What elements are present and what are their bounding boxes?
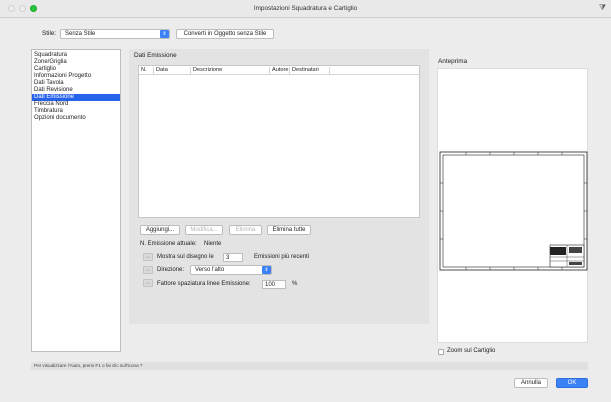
chevron-updown-icon: ⇕ — [262, 266, 271, 274]
sidebar-item-freccia-nord[interactable]: Freccia Nord — [32, 101, 120, 108]
style-select-value: Senza Stile — [65, 31, 96, 37]
category-list: Squadratura Zone/Griglia Cartiglio Infor… — [31, 49, 121, 352]
edit-issue-button[interactable]: Modifica... — [185, 225, 223, 235]
delete-issue-button[interactable]: Elimina — [229, 225, 262, 235]
line-spacing-unit: % — [292, 281, 298, 287]
chevron-updown-icon: ⇕ — [160, 30, 169, 38]
issues-table[interactable]: N. Data Descrizione Autore Destinatari — [138, 65, 420, 218]
show-count-suffix: Emissioni più recenti — [254, 254, 310, 260]
dialog-window: Impostazioni Squadratura e Cartiglio ⧩ S… — [0, 0, 611, 402]
current-issue-value: Niente — [204, 241, 222, 247]
delete-all-issues-button[interactable]: Elimina tutte — [267, 225, 311, 235]
sidebar-item-squadratura[interactable]: Squadratura — [32, 52, 120, 59]
column-header-description[interactable]: Descrizione — [191, 67, 270, 74]
line-spacing-label: Fattore spaziatura linee Emissione: — [157, 281, 251, 287]
cancel-button[interactable]: Annulla — [514, 378, 548, 388]
direction-select-value: Verso l'alto — [195, 267, 225, 273]
zoom-title-block-checkbox[interactable] — [438, 349, 444, 355]
ok-button[interactable]: OK — [556, 378, 588, 388]
data-field-link-icon[interactable]: ▭ — [143, 253, 153, 261]
data-field-link-icon[interactable]: ▭ — [143, 279, 153, 287]
current-issue-label: N. Emissione attuale: — [140, 241, 197, 247]
sidebar-item-cartiglio[interactable]: Cartiglio — [32, 66, 120, 73]
direction-label: Direzione: — [157, 267, 185, 273]
preview-label: Anteprima — [438, 58, 468, 65]
sidebar-item-informazioni-progetto[interactable]: Informazioni Progetto — [32, 73, 120, 80]
section-title: Dati Emissione — [134, 52, 177, 59]
sidebar-item-opzioni-documento[interactable]: Opzioni documento — [32, 115, 120, 122]
sidebar-item-dati-emissione[interactable]: Dati Emissione — [32, 94, 120, 101]
style-select[interactable]: Senza Stile ⇕ — [60, 29, 170, 39]
column-header-number[interactable]: N. — [139, 67, 154, 74]
line-spacing-input[interactable]: 100 — [262, 280, 286, 289]
show-count-input[interactable]: 3 — [223, 253, 243, 262]
preview-pane — [437, 68, 588, 343]
sheet-border-preview — [439, 151, 588, 271]
add-issue-button[interactable]: Aggiungi... — [140, 225, 180, 235]
direction-select[interactable]: Verso l'alto ⇕ — [190, 265, 272, 275]
show-on-drawing-label: Mostra sul disegno le — [157, 254, 214, 260]
sidebar-item-zone-griglia[interactable]: Zone/Griglia — [32, 59, 120, 66]
sidebar-item-timbratura[interactable]: Timbratura — [32, 108, 120, 115]
column-header-date[interactable]: Data — [154, 67, 191, 74]
column-header-author[interactable]: Autore — [270, 67, 290, 74]
table-header: N. Data Descrizione Autore Destinatari — [139, 66, 419, 75]
convert-unstyled-button[interactable]: Converti in Oggetto senza Stile — [176, 29, 274, 39]
funnel-icon[interactable]: ⧩ — [599, 3, 606, 13]
title-block-preview — [549, 244, 585, 268]
style-label: Stile: — [42, 30, 57, 37]
column-header-recipients[interactable]: Destinatari — [290, 67, 330, 74]
help-status-bar: Per visualizzare l'Aiuto, premi F1 o fai… — [31, 362, 588, 370]
window-title: Impostazioni Squadratura e Cartiglio — [253, 5, 358, 12]
zoom-title-block-label: Zoom sul Cartiglio — [447, 348, 496, 354]
sidebar-item-dati-tavola[interactable]: Dati Tavola — [32, 80, 120, 87]
sidebar-item-dati-revisione[interactable]: Dati Revisione — [32, 87, 120, 94]
data-field-link-icon[interactable]: ▭ — [143, 266, 153, 274]
